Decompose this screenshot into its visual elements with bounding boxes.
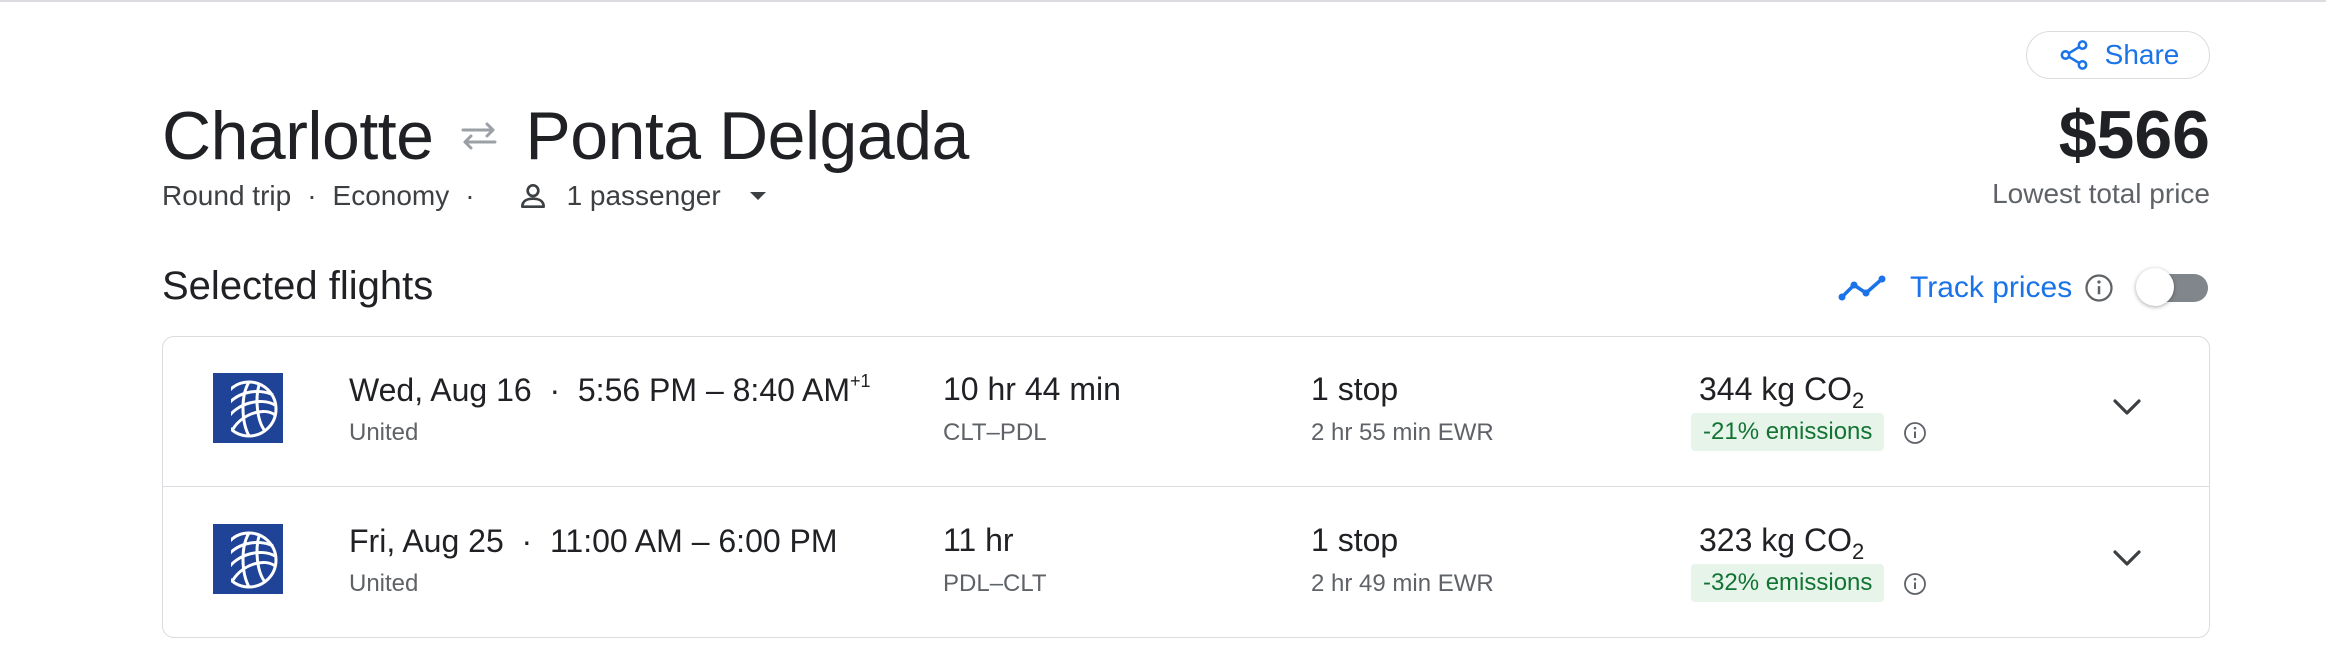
flight-times: 11:00 AM – 6:00 PM — [549, 523, 838, 559]
top-divider — [0, 0, 2326, 2]
share-label: Share — [2104, 39, 2180, 70]
airline-name: United — [349, 419, 419, 446]
airline-logo — [213, 373, 283, 443]
flight-duration: 11 hr — [943, 522, 1014, 558]
emissions-badge: -21% emissions — [1691, 413, 1885, 451]
separator-dot: · — [512, 523, 550, 559]
separator-dot: · — [540, 372, 578, 408]
airline-logo — [213, 524, 283, 594]
flight-stops: 1 stop — [1311, 371, 1399, 407]
co2-value: 323 kg CO — [1699, 522, 1852, 558]
toggle-knob — [2136, 268, 2174, 306]
flight-stops: 1 stop — [1311, 522, 1399, 558]
share-button[interactable]: Share — [2026, 31, 2210, 79]
co2-amount: 344 kg CO2 — [1699, 371, 1864, 414]
passenger-count: 1 passenger — [566, 180, 721, 211]
track-prices[interactable]: Track prices — [1838, 268, 2114, 308]
airline-name: United — [349, 570, 419, 597]
flight-date-time: Wed, Aug 16 · 5:56 PM – 8:40 AM+1 — [349, 371, 871, 409]
flight-date: Wed, Aug 16 — [349, 372, 532, 408]
chevron-down-icon[interactable] — [2109, 546, 2145, 570]
trip-options: Round trip · Economy · 1 passenger — [162, 178, 769, 214]
flight-layover: 2 hr 55 min EWR — [1311, 419, 1494, 446]
trend-line-icon — [1838, 275, 1886, 301]
day-offset: +1 — [850, 371, 871, 391]
flight-date: Fri, Aug 25 — [349, 523, 504, 559]
info-icon[interactable] — [1903, 572, 1927, 596]
flight-airports: CLT–PDL — [943, 419, 1047, 446]
person-icon — [520, 184, 545, 208]
chevron-down-icon[interactable] — [2109, 395, 2145, 419]
co2-subscript: 2 — [1851, 388, 1865, 413]
share-icon — [2060, 40, 2088, 70]
flight-date-time: Fri, Aug 25 · 11:00 AM – 6:00 PM — [349, 522, 838, 560]
flight-row-return[interactable]: Fri, Aug 25 · 11:00 AM – 6:00 PM United … — [163, 488, 2209, 637]
flight-row-outbound[interactable]: Wed, Aug 16 · 5:56 PM – 8:40 AM+1 United… — [163, 337, 2209, 487]
destination-city: Ponta Delgada — [525, 98, 969, 174]
selected-flights-list: Wed, Aug 16 · 5:56 PM – 8:40 AM+1 United… — [162, 336, 2210, 638]
flight-times: 5:56 PM – 8:40 AM — [577, 372, 851, 408]
separator-dot: · — [307, 180, 317, 211]
separator-dot: · — [465, 180, 475, 211]
section-title: Selected flights — [162, 264, 434, 308]
swap-arrows-icon — [433, 119, 525, 153]
passenger-selector[interactable]: 1 passenger — [517, 180, 769, 212]
co2-amount: 323 kg CO2 — [1699, 522, 1864, 565]
total-price: $566 — [2058, 97, 2210, 173]
info-icon[interactable] — [2084, 273, 2114, 303]
emissions-badge: -32% emissions — [1691, 564, 1885, 602]
trip-type: Round trip — [162, 180, 292, 211]
co2-subscript: 2 — [1851, 539, 1865, 564]
route-title: Charlotte Ponta Delgada — [162, 96, 969, 176]
info-icon[interactable] — [1903, 421, 1927, 445]
flight-airports: PDL–CLT — [943, 570, 1047, 597]
flight-duration: 10 hr 44 min — [943, 371, 1121, 407]
origin-city: Charlotte — [162, 98, 434, 174]
track-prices-label: Track prices — [1910, 271, 2073, 304]
track-prices-toggle[interactable] — [2136, 266, 2212, 306]
flight-layover: 2 hr 49 min EWR — [1311, 570, 1494, 597]
co2-value: 344 kg CO — [1699, 371, 1852, 407]
price-label: Lowest total price — [1992, 178, 2210, 209]
cabin-class: Economy — [332, 180, 450, 211]
caret-down-icon — [749, 192, 766, 200]
